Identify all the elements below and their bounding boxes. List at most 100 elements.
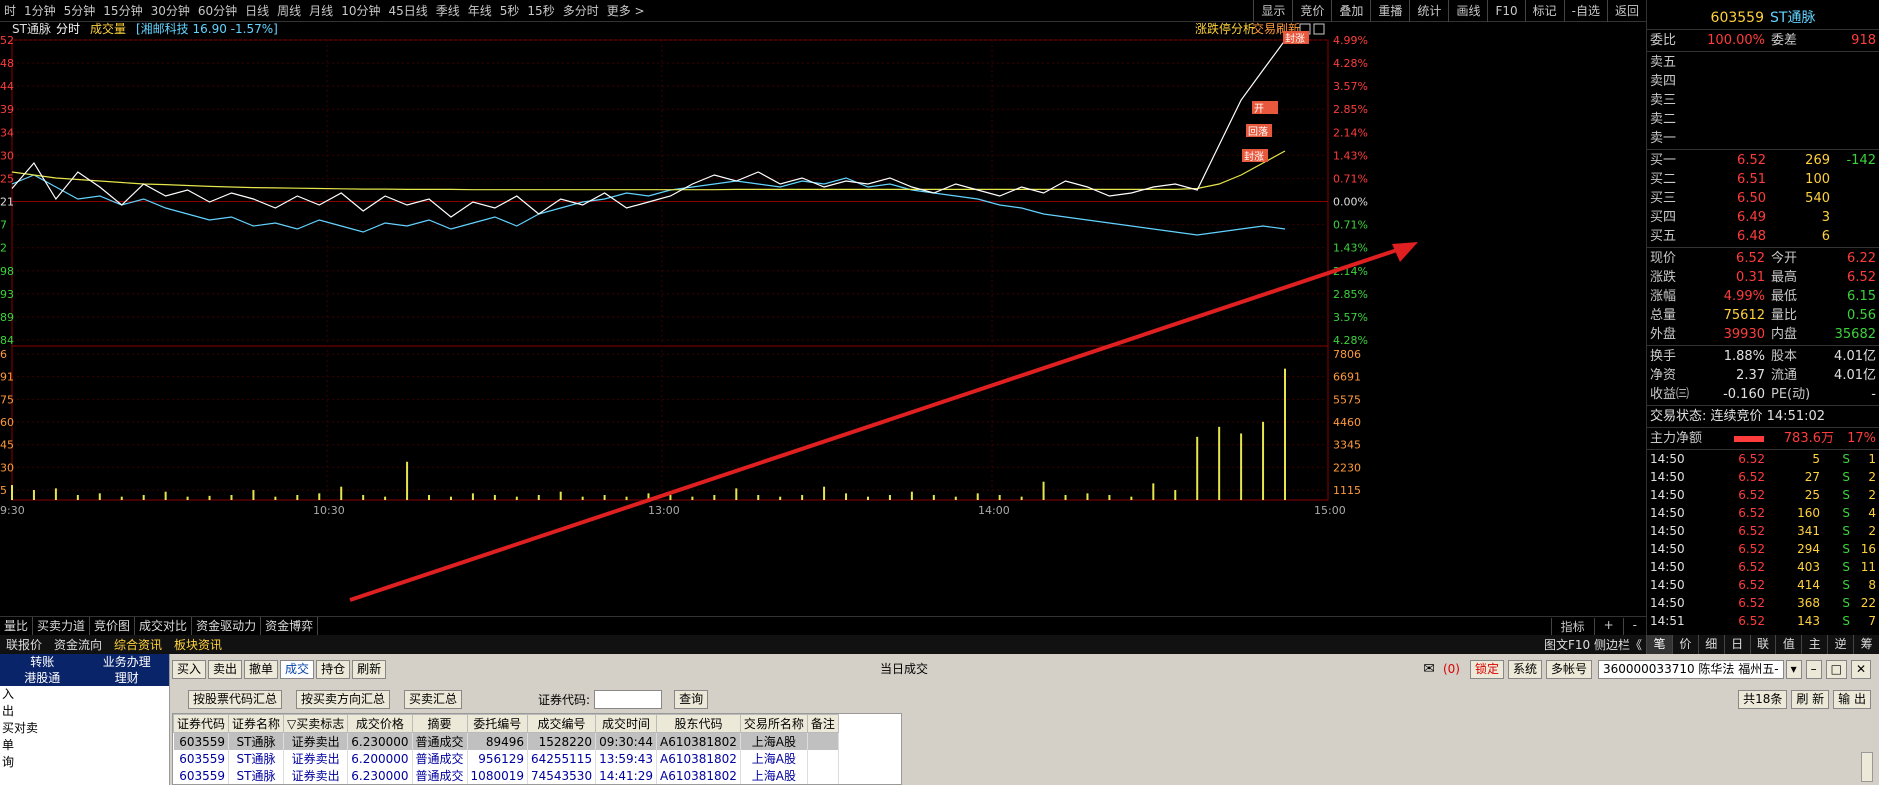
summary-button[interactable]: 按买卖方向汇总 bbox=[296, 690, 391, 709]
nav-item[interactable]: 单 bbox=[0, 737, 169, 754]
info-tab[interactable]: 板块资讯 bbox=[168, 636, 228, 653]
top-tool-button[interactable]: 返回 bbox=[1606, 0, 1646, 22]
side-tab[interactable]: 逆 bbox=[1827, 635, 1853, 654]
maximize-icon[interactable]: □ bbox=[1825, 659, 1847, 679]
refresh-button[interactable]: 刷 新 bbox=[1791, 690, 1830, 709]
indicator-tab[interactable]: 资金博弈 bbox=[261, 617, 319, 635]
info-tab[interactable]: 综合资讯 bbox=[108, 636, 168, 653]
period-tab[interactable]: 45日线 bbox=[384, 0, 431, 22]
period-tab[interactable]: 60分钟 bbox=[194, 0, 241, 22]
top-tool-button[interactable]: F10 bbox=[1487, 0, 1524, 22]
period-tab[interactable]: 月线 bbox=[305, 0, 337, 22]
export-button[interactable]: 输 出 bbox=[1833, 690, 1871, 709]
period-tab[interactable]: 10分钟 bbox=[337, 0, 384, 22]
top-tool-button[interactable]: 显示 bbox=[1253, 0, 1292, 22]
period-tab[interactable]: 30分钟 bbox=[147, 0, 194, 22]
column-header[interactable]: 委托编号 bbox=[466, 714, 529, 733]
top-tool-button[interactable]: 重播 bbox=[1370, 0, 1409, 22]
side-tab[interactable]: 联 bbox=[1749, 635, 1776, 654]
grid-scrollbar[interactable] bbox=[1861, 752, 1873, 782]
side-tab[interactable]: 笔 bbox=[1646, 635, 1672, 654]
side-tab[interactable]: 价 bbox=[1671, 635, 1698, 654]
period-tab[interactable]: 1分钟 bbox=[20, 0, 60, 22]
code-input[interactable] bbox=[594, 690, 663, 709]
side-tab[interactable]: 日 bbox=[1723, 635, 1750, 654]
tick-price: 6.52 bbox=[1738, 542, 1765, 556]
nav-head-col[interactable]: 转账 港股通 bbox=[0, 654, 85, 686]
intraday-chart[interactable]: ST通脉 分时 成交量 [湘邮科技 16.90 -1.57%] 涨跌停分析 交易刷新 4.9… bbox=[0, 22, 1646, 622]
trade-tool-button[interactable]: 成交 bbox=[280, 659, 315, 679]
top-tool-button[interactable]: 标记 bbox=[1524, 0, 1564, 22]
close-icon[interactable]: ✕ bbox=[1850, 659, 1871, 679]
trade-right-button[interactable]: 多帐号 bbox=[1545, 659, 1592, 679]
dropdown-icon[interactable]: ▾ bbox=[1785, 659, 1802, 679]
column-header[interactable]: 证券名称 bbox=[228, 714, 285, 733]
summary-button[interactable]: 买卖汇总 bbox=[404, 690, 463, 709]
nav-item[interactable]: 入 bbox=[0, 686, 169, 703]
nav-head-item[interactable]: 转账 bbox=[0, 654, 85, 670]
table-row[interactable]: 603559 ST通脉 证券卖出 6.230000 普通成交 1080019 7454353… bbox=[173, 767, 839, 784]
period-tab[interactable]: 5秒 bbox=[496, 0, 524, 22]
nav-head-item[interactable]: 理财 bbox=[85, 670, 170, 686]
period-tab[interactable]: 5分钟 bbox=[60, 0, 100, 22]
top-tool-button[interactable]: 画线 bbox=[1448, 0, 1487, 22]
indicator-tab[interactable]: 买卖力道 bbox=[33, 617, 91, 635]
column-header[interactable]: 成交价格 bbox=[347, 714, 413, 733]
indicator-tab[interactable]: 竞价图 bbox=[90, 617, 136, 635]
column-header[interactable]: 备注 bbox=[806, 714, 839, 733]
period-tab[interactable]: 日线 bbox=[241, 0, 273, 22]
side-tab[interactable]: 筹 bbox=[1853, 635, 1879, 654]
side-tab[interactable]: 细 bbox=[1697, 635, 1724, 654]
trade-tool-button[interactable]: 卖出 bbox=[208, 659, 243, 679]
column-header[interactable]: 成交编号 bbox=[526, 714, 597, 733]
indicator-tab[interactable]: 量比 bbox=[0, 617, 34, 635]
column-header[interactable]: 成交时间 bbox=[595, 714, 657, 733]
table-row[interactable]: 603559 ST通脉 证券卖出 6.200000 普通成交 956129 64255115… bbox=[173, 750, 839, 767]
info-tab[interactable]: 联报价 bbox=[0, 636, 48, 653]
nav-item[interactable]: 买对卖 bbox=[0, 720, 169, 737]
period-tab[interactable]: 更多 > bbox=[603, 0, 649, 22]
summary-button[interactable]: 按股票代码汇总 bbox=[188, 690, 283, 709]
period-tab[interactable]: 季线 bbox=[432, 0, 464, 22]
period-tab[interactable]: 年线 bbox=[464, 0, 496, 22]
indicator-tool[interactable]: + bbox=[1593, 617, 1623, 635]
table-row[interactable]: 603559 ST通脉 证券卖出 6.230000 普通成交 89496 1528220 09… bbox=[173, 732, 839, 750]
period-tab[interactable]: 时 bbox=[0, 0, 20, 22]
period-tab[interactable]: 周线 bbox=[273, 0, 305, 22]
query-button[interactable]: 查询 bbox=[674, 690, 709, 709]
nav-head-item[interactable]: 业务办理 bbox=[85, 654, 170, 670]
minimize-icon[interactable]: – bbox=[1805, 659, 1822, 679]
indicator-tool[interactable]: - bbox=[1622, 617, 1646, 635]
top-tool-button[interactable]: 统计 bbox=[1409, 0, 1448, 22]
top-tool-button[interactable]: 叠加 bbox=[1331, 0, 1370, 22]
nav-head-col[interactable]: 业务办理 理财 bbox=[85, 654, 170, 686]
trade-right-button[interactable]: 系统 bbox=[1507, 659, 1542, 679]
account-select[interactable]: 360000033710 陈华法 福州五- bbox=[1597, 659, 1784, 679]
column-header[interactable]: 证券代码 bbox=[173, 714, 230, 733]
indicator-tool[interactable]: 指标 bbox=[1550, 617, 1594, 635]
trade-tool-button[interactable]: 持仓 bbox=[316, 659, 351, 679]
column-header[interactable]: ▽买卖标志 bbox=[283, 714, 349, 733]
top-tool-button[interactable]: 竞价 bbox=[1292, 0, 1331, 22]
trade-right-button[interactable]: 锁定 bbox=[1469, 659, 1504, 679]
indicator-tab[interactable]: 成交对比 bbox=[135, 617, 193, 635]
period-tab[interactable]: 多分时 bbox=[559, 0, 603, 22]
column-header[interactable]: 摘要 bbox=[411, 714, 468, 733]
column-header[interactable]: 交易所名称 bbox=[739, 714, 808, 733]
trade-tool-button[interactable]: 刷新 bbox=[352, 659, 387, 679]
indicator-tab[interactable]: 资金驱动力 bbox=[192, 617, 262, 635]
top-tool-button[interactable]: -自选 bbox=[1563, 0, 1607, 22]
side-tab[interactable]: 值 bbox=[1775, 635, 1801, 654]
info-tab[interactable]: 资金流向 bbox=[48, 636, 108, 653]
nav-item[interactable]: 询 bbox=[0, 754, 169, 771]
nav-item[interactable]: 出 bbox=[0, 703, 169, 720]
period-tab[interactable]: 15秒 bbox=[523, 0, 558, 22]
column-header[interactable]: 股东代码 bbox=[655, 714, 741, 733]
trade-tool-button[interactable]: 撤单 bbox=[244, 659, 279, 679]
side-tab[interactable]: 主 bbox=[1801, 635, 1827, 654]
f10-sidebar-link[interactable]: 图文F10 侧边栏《 bbox=[1544, 636, 1646, 653]
trade-tool-button[interactable]: 买入 bbox=[172, 659, 207, 679]
nav-head-item[interactable]: 港股通 bbox=[0, 670, 85, 686]
mail-icon[interactable]: ✉ bbox=[1423, 661, 1435, 677]
period-tab[interactable]: 15分钟 bbox=[99, 0, 146, 22]
